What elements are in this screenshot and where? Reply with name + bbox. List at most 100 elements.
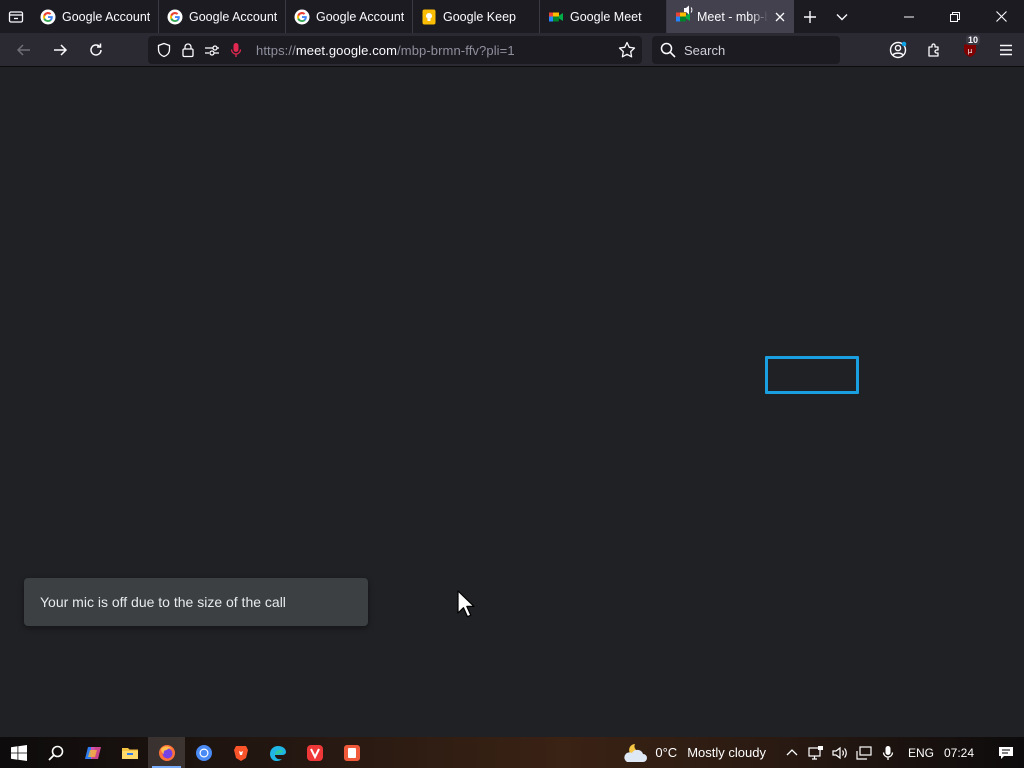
extensions-button[interactable] (916, 33, 952, 67)
google-g-icon (167, 9, 183, 25)
network-button[interactable] (852, 737, 876, 768)
network-icon (856, 745, 872, 760)
minimize-button[interactable] (886, 0, 932, 33)
tray-app-button[interactable] (804, 737, 828, 768)
account-button[interactable] (880, 33, 916, 67)
tab-title: Meet - mbp-brmn-ffv (697, 9, 768, 24)
google-meet-icon (675, 5, 693, 25)
speaker-playing-icon[interactable] (683, 4, 695, 16)
monitor-chat-icon (808, 745, 823, 760)
app-icon (343, 744, 360, 761)
plus-icon (804, 10, 816, 23)
notification-center-button[interactable] (988, 737, 1024, 768)
vivaldi-taskbar-button[interactable] (296, 737, 333, 768)
google-g-icon (294, 9, 310, 25)
volume-button[interactable] (828, 737, 852, 768)
tab-title: Google Account (189, 9, 278, 24)
google-g-icon (40, 9, 56, 25)
google-keep-icon (421, 9, 437, 25)
google-meet-icon (548, 9, 564, 25)
url-scheme: https:// (256, 42, 296, 58)
close-tab-button[interactable] (772, 9, 788, 25)
forward-button[interactable] (42, 33, 78, 67)
firefox-taskbar-button[interactable] (148, 737, 185, 768)
back-button[interactable] (6, 33, 42, 67)
reload-icon (90, 43, 102, 56)
snackbar-message: Your mic is off due to the size of the c… (40, 594, 286, 610)
microphone-icon (882, 745, 894, 760)
url-host: meet.google.com (295, 42, 398, 58)
tab-google-keep[interactable]: Google Keep (413, 0, 540, 33)
chevron-down-icon (836, 13, 848, 20)
url-bar[interactable]: https://meet.google.com/mbp-brmn-ffv?pli… (148, 36, 642, 64)
close-window-button[interactable] (978, 0, 1024, 33)
tab-google-account-2[interactable]: Google Account (159, 0, 286, 33)
file-explorer-button[interactable] (111, 737, 148, 768)
tab-title: Google Meet (570, 9, 642, 24)
extension-badge: 10 (966, 35, 981, 45)
vivaldi-icon (306, 744, 323, 761)
microphone-in-use-icon[interactable] (224, 36, 248, 64)
hamburger-menu-icon (1000, 44, 1012, 56)
minimize-icon (904, 16, 914, 17)
list-all-tabs-button[interactable] (826, 0, 858, 33)
start-button[interactable] (0, 737, 37, 768)
restore-icon (950, 11, 960, 22)
restore-button[interactable] (932, 0, 978, 33)
firefox-icon (158, 744, 175, 761)
tab-google-account-3[interactable]: Google Account (286, 0, 413, 33)
show-hidden-icons-button[interactable] (780, 737, 804, 768)
brave-taskbar-button[interactable] (222, 737, 259, 768)
navigation-toolbar: https://meet.google.com/mbp-brmn-ffv?pli… (0, 33, 1024, 67)
notification-icon (999, 746, 1013, 759)
search-icon (660, 42, 676, 58)
windows-taskbar: 0°C Mostly cloudy ENG 07:24 (0, 737, 1024, 768)
edge-taskbar-button[interactable] (259, 737, 296, 768)
clock[interactable]: 07:24 (944, 746, 974, 760)
star-icon (618, 41, 636, 58)
reload-button[interactable] (78, 33, 114, 67)
brave-icon (233, 745, 248, 761)
tab-title: Google Account (62, 9, 151, 24)
tab-bar: Google Account Google Account Google Acc… (0, 0, 1024, 33)
tab-google-account-1[interactable]: Google Account (32, 0, 159, 33)
close-icon (995, 11, 1007, 22)
app-menu-button[interactable] (988, 33, 1024, 67)
edge-icon (269, 745, 286, 761)
mic-off-snackbar: Your mic is off due to the size of the c… (24, 578, 368, 626)
tracking-protection-icon[interactable] (152, 36, 176, 64)
taskbar-search-button[interactable] (37, 737, 74, 768)
tab-google-meet[interactable]: Google Meet (540, 0, 667, 33)
account-icon (889, 41, 907, 59)
puzzle-piece-icon (928, 43, 939, 57)
weather-widget[interactable]: 0°C Mostly cloudy (621, 742, 766, 764)
arrow-left-icon (16, 43, 30, 56)
speaker-icon (832, 746, 847, 759)
mouse-pointer-icon (457, 590, 477, 625)
ublock-extension-button[interactable]: μ 10 (952, 33, 988, 67)
bookmark-star-button[interactable] (618, 41, 636, 64)
chrome-icon (195, 744, 212, 761)
microphone-in-use-button[interactable] (876, 737, 900, 768)
lock-icon[interactable] (176, 36, 200, 64)
meet-page-content: Your mic is off due to the size of the c… (0, 67, 1024, 737)
partly-cloudy-night-icon (624, 743, 648, 762)
search-icon (47, 745, 63, 761)
firefox-view-button[interactable] (0, 0, 32, 33)
focused-element-outline[interactable] (765, 356, 859, 394)
chrome-taskbar-button[interactable] (185, 737, 222, 768)
search-bar[interactable]: Search (652, 36, 840, 64)
windows-start-icon (10, 744, 27, 761)
weather-description: Mostly cloudy (687, 745, 766, 760)
firefox-view-icon (8, 10, 24, 23)
tab-bar-drag-space[interactable] (858, 0, 886, 33)
app-taskbar-button[interactable] (333, 737, 370, 768)
input-language-indicator[interactable]: ENG (908, 746, 934, 760)
copilot-icon (84, 746, 101, 759)
system-tray: 0°C Mostly cloudy ENG 07:24 (621, 737, 1024, 768)
tab-meet-active[interactable]: Meet - mbp-brmn-ffv (667, 0, 794, 33)
url-text: https://meet.google.com/mbp-brmn-ffv?pli… (256, 43, 515, 58)
permissions-icon[interactable] (200, 36, 224, 64)
new-tab-button[interactable] (794, 0, 826, 33)
copilot-button[interactable] (74, 737, 111, 768)
